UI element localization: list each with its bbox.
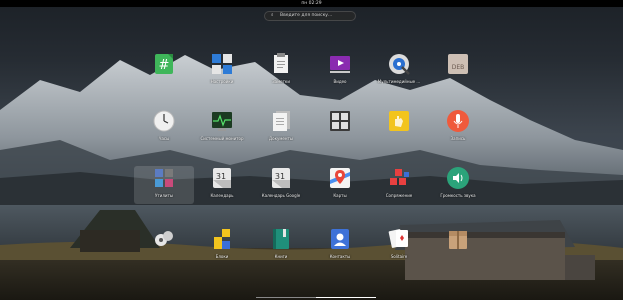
page-2-bar: [316, 297, 376, 298]
video-icon: [328, 52, 352, 76]
app-tile[interactable]: Громкость звука: [428, 166, 488, 210]
app-tile[interactable]: Системный монитор: [192, 109, 252, 153]
app-tile[interactable]: Solitaire: [369, 227, 429, 271]
clock-icon: [152, 109, 176, 133]
app-tile[interactable]: Заметки: [251, 52, 311, 96]
app-tile[interactable]: Утилиты: [134, 166, 194, 204]
svg-text:DEB: DEB: [452, 64, 465, 71]
app-tile[interactable]: [369, 109, 429, 153]
svg-text:31: 31: [216, 172, 226, 181]
app-tile[interactable]: #: [134, 52, 194, 96]
page-indicator: [0, 286, 623, 300]
game-icon: [152, 227, 176, 251]
app-tile[interactable]: Карты: [310, 166, 370, 210]
cards-icon: [387, 227, 411, 251]
search-placeholder: Введите для поиску...: [280, 13, 333, 18]
app-tile[interactable]: 31 Календарь Google: [251, 166, 311, 210]
search-input[interactable]: ⌕ Введите для поиску...: [264, 11, 356, 21]
calculator-icon: [328, 109, 352, 133]
archive-icon: [446, 227, 470, 251]
page-2-tab[interactable]: [316, 286, 376, 298]
app-tile[interactable]: Документы: [251, 109, 311, 153]
app-tile[interactable]: Сопряжение: [369, 166, 429, 210]
calendar-icon: 31: [210, 166, 234, 190]
system-monitor-icon: [210, 109, 234, 133]
app-tile[interactable]: Видео: [310, 52, 370, 96]
app-tile[interactable]: Мультимедийные ...: [369, 52, 429, 96]
utilities-folder-icon: [152, 166, 176, 190]
disk-search-icon: [387, 52, 411, 76]
svg-text:31: 31: [275, 172, 285, 181]
clock[interactable]: пн 02:29: [0, 0, 623, 7]
documents-icon: [269, 109, 293, 133]
search-icon: ⌕: [271, 13, 274, 18]
app-tile[interactable]: Настройки: [192, 52, 252, 96]
microphone-icon: [446, 109, 470, 133]
app-tile[interactable]: Контакты: [310, 227, 370, 271]
svg-text:#: #: [159, 58, 170, 73]
app-tile[interactable]: Блоки: [192, 227, 252, 271]
page-1-bar: [256, 297, 316, 298]
book-icon: [269, 227, 293, 251]
top-bar: пн 02:29: [0, 0, 623, 7]
hand-icon: [387, 109, 411, 133]
app-tile[interactable]: [428, 227, 488, 271]
calendar-google-icon: 31: [269, 166, 293, 190]
app-tile[interactable]: Книги: [251, 227, 311, 271]
tiles-icon: [210, 52, 234, 76]
blocks-game-icon: [210, 227, 234, 251]
blocks-icon: [387, 166, 411, 190]
notes-icon: [269, 52, 293, 76]
contacts-icon: [328, 227, 352, 251]
deb-package-icon: DEB: [446, 52, 470, 76]
page-1-tab[interactable]: [256, 286, 316, 298]
maps-icon: [328, 166, 352, 190]
app-tile[interactable]: 31 Календарь: [192, 166, 252, 210]
hash-icon: #: [152, 52, 176, 76]
volume-icon: [446, 166, 470, 190]
app-tile[interactable]: [310, 109, 370, 153]
app-tile[interactable]: Часы: [134, 109, 194, 153]
app-tile[interactable]: [134, 227, 194, 271]
app-tile[interactable]: DEB: [428, 52, 488, 96]
app-tile[interactable]: Запись: [428, 109, 488, 153]
